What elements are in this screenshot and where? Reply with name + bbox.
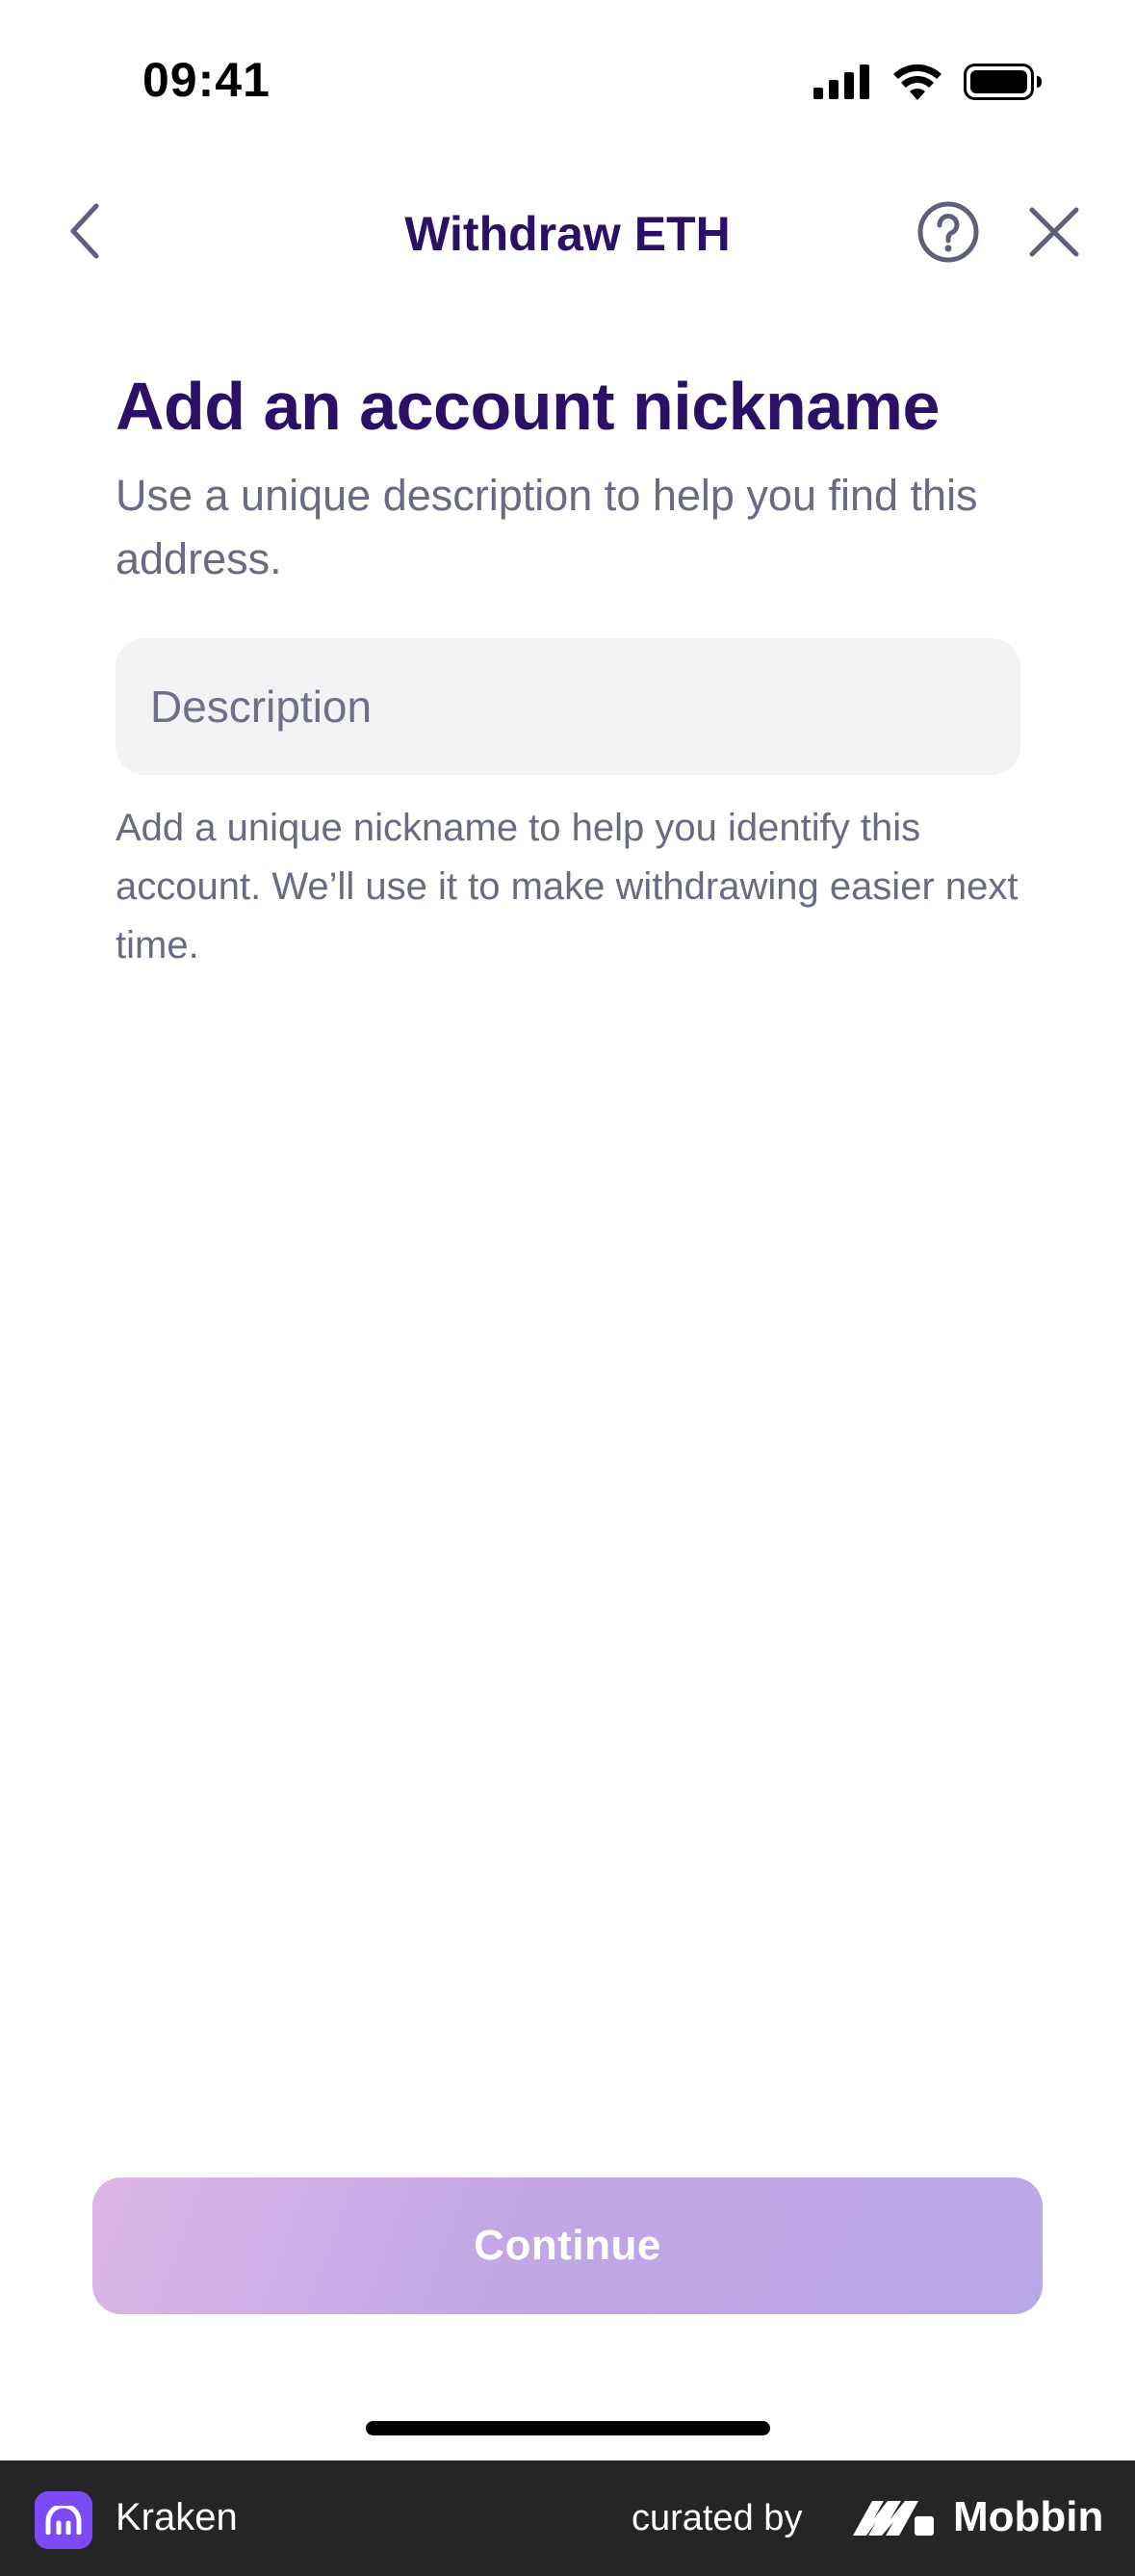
close-button[interactable] — [1022, 200, 1086, 264]
footer-curated-label: curated by — [632, 2498, 803, 2538]
help-button[interactable] — [916, 200, 980, 264]
cellular-signal-icon — [813, 64, 869, 99]
question-circle-icon — [917, 201, 979, 263]
close-icon — [1029, 207, 1079, 257]
page-title: Add an account nickname — [116, 369, 940, 444]
footer-brand: Mobbin — [953, 2493, 1104, 2540]
helper-text: Add a unique nickname to help you identi… — [116, 807, 1019, 966]
status-icons — [813, 64, 1043, 100]
continue-button[interactable]: Continue — [92, 2177, 1043, 2314]
mobbin-logo-icon — [853, 2501, 934, 2536]
footer-bar: Kraken curated by Mobbin — [0, 2460, 1135, 2576]
footer-app-name: Kraken — [116, 2496, 238, 2538]
battery-icon — [964, 64, 1042, 100]
navigation-bar: Withdraw ETH — [0, 183, 1135, 279]
description-input[interactable] — [116, 638, 1020, 775]
kraken-logo-icon — [35, 2491, 92, 2549]
page-subtitle: Use a unique description to help you fin… — [116, 471, 978, 583]
wifi-icon — [893, 64, 942, 100]
status-bar: 09:41 — [0, 0, 1135, 164]
home-indicator — [366, 2421, 770, 2435]
status-time: 09:41 — [142, 53, 271, 107]
